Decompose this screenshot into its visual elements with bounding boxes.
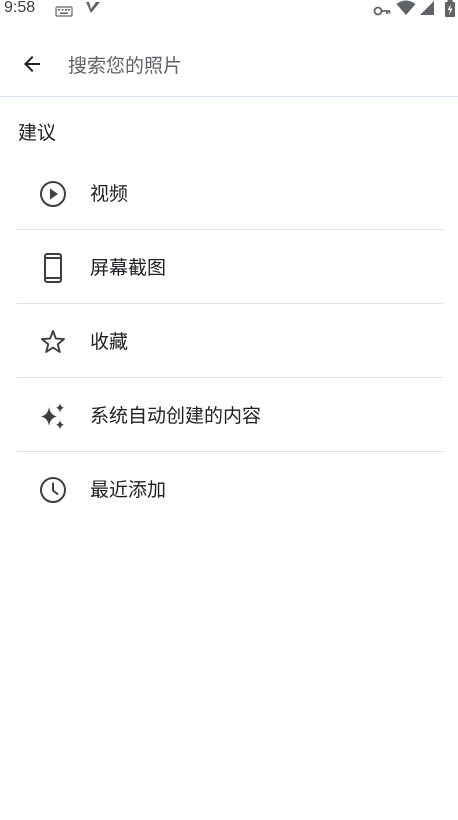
phone-icon [38,253,68,283]
signal-icon [419,0,435,20]
check-icon [84,0,102,20]
divider [17,377,443,378]
suggestion-label: 收藏 [90,331,129,353]
suggestion-list: 视频 屏幕截图 收藏 系统自动创建的内容 最近添加 [0,157,458,503]
search-input[interactable] [68,50,438,82]
suggestion-screenshots[interactable]: 屏幕截图 [0,231,458,304]
divider [17,303,443,304]
suggestion-recently-added[interactable]: 最近添加 [0,453,458,526]
suggestion-favorites[interactable]: 收藏 [0,305,458,378]
clock-icon [38,475,68,505]
suggestion-label: 最近添加 [90,479,167,501]
divider [17,229,443,230]
sparkle-icon [38,401,68,431]
app-bar-divider [0,96,458,97]
suggestions-title: 建议 [18,122,57,144]
status-time: 9:58 [4,0,36,16]
back-button[interactable] [12,46,52,86]
arrow-back-icon [20,52,44,80]
play-circle-icon [38,179,68,209]
suggestion-auto-created[interactable]: 系统自动创建的内容 [0,379,458,452]
search-app-bar [0,34,458,96]
suggestion-label: 屏幕截图 [90,257,167,279]
suggestion-label: 系统自动创建的内容 [90,405,262,427]
suggestion-videos[interactable]: 视频 [0,157,458,230]
keyboard-icon [55,3,73,22]
status-bar: 9:58 [0,0,458,20]
divider [17,451,443,452]
screen: 9:58 搜索您的照片 建议 视频 屏幕截图 收藏 系统自动创建的内容 最近添加 [0,0,458,820]
star-icon [38,327,68,357]
wifi-icon [396,0,416,20]
suggestion-label: 视频 [90,183,129,205]
vpn-key-icon [373,2,391,21]
battery-charging-icon [444,0,456,21]
